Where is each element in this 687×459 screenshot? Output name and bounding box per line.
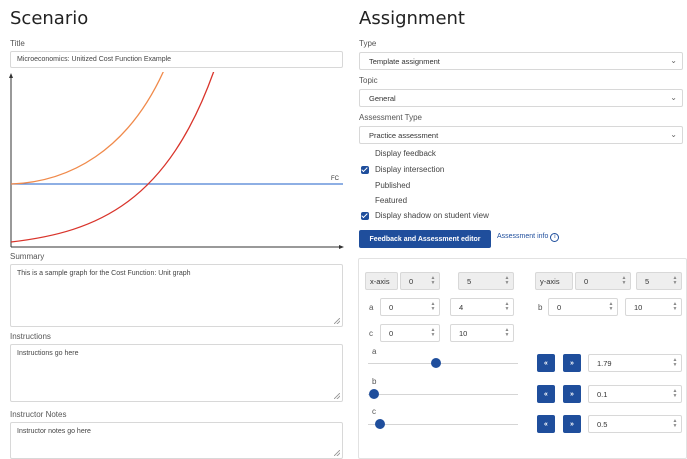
param-c-label: c [369, 329, 373, 338]
red-curve [10, 72, 215, 243]
display-feedback-checkbox[interactable] [361, 150, 369, 158]
display-shadow-checkbox[interactable] [361, 212, 369, 220]
featured-checkbox[interactable] [361, 197, 369, 205]
type-select-value: Template assignment [369, 57, 440, 66]
assessment-type-label: Assessment Type [359, 113, 422, 122]
x-axis-field-label: x-axis [365, 272, 398, 290]
assessment-type-select-value: Practice assessment [369, 131, 439, 140]
slider-c-label: c [372, 407, 376, 416]
slider-a-next-button[interactable]: » [563, 354, 581, 372]
instructions-value: Instructions go here [17, 350, 79, 357]
featured-label: Featured [375, 196, 408, 205]
notes-label: Instructor Notes [10, 410, 67, 419]
summary-value: This is a sample graph for the Cost Func… [17, 270, 191, 277]
y-axis-min-input[interactable]: 0 ▲ ▼ [575, 272, 631, 290]
type-select[interactable]: Template assignment ⌄ [359, 52, 683, 70]
published-label: Published [375, 181, 411, 190]
slider-b-value-input[interactable]: 0.1 ▲ ▼ [588, 385, 682, 403]
slider-c-next-button[interactable]: » [563, 415, 581, 433]
resize-grip-icon[interactable] [334, 450, 340, 456]
type-label: Type [359, 39, 377, 48]
assessment-info-label: Assessment info [497, 233, 549, 240]
feedback-assessment-editor-button[interactable]: Feedback and Assessment editor [359, 230, 491, 248]
slider-c-prev-button[interactable]: « [537, 415, 555, 433]
notes-value: Instructor notes go here [17, 428, 91, 435]
resize-grip-icon[interactable] [334, 393, 340, 399]
slider-b-prev-button[interactable]: « [537, 385, 555, 403]
orange-curve [10, 72, 164, 185]
slider-c-value-input[interactable]: 0.5 ▲ ▼ [588, 415, 682, 433]
a-max-input[interactable]: 4 ▲ ▼ [450, 298, 514, 316]
slider-c-knob[interactable] [375, 419, 385, 429]
stepper-icon[interactable]: ▲ ▼ [430, 276, 436, 286]
slider-a-label: a [372, 347, 377, 356]
scenario-heading: Scenario [10, 8, 89, 29]
c-min-input[interactable]: 0 ▲ ▼ [380, 324, 440, 342]
assessment-info-link[interactable]: Assessment info i [497, 233, 560, 242]
slider-b-track[interactable] [368, 394, 518, 395]
display-intersection-checkbox[interactable] [361, 166, 369, 174]
topic-select[interactable]: General ⌄ [359, 89, 683, 107]
title-label: Title [10, 39, 25, 48]
stepper-icon[interactable]: ▲ ▼ [608, 302, 614, 312]
b-max-input[interactable]: 10 ▲ ▼ [625, 298, 682, 316]
y-axis-max-input[interactable]: 5 ▲ ▼ [636, 272, 682, 290]
param-a-label: a [369, 303, 374, 312]
fc-line-label: FC [331, 176, 340, 182]
topic-label: Topic [359, 76, 378, 85]
chevron-down-icon: ⌄ [670, 93, 677, 102]
info-icon: i [550, 233, 560, 242]
stepper-icon[interactable]: ▲ ▼ [672, 419, 678, 429]
published-checkbox[interactable] [361, 182, 369, 190]
title-value: Microeconomics: Unitized Cost Function E… [17, 56, 172, 63]
summary-textarea[interactable]: This is a sample graph for the Cost Func… [10, 264, 343, 327]
a-min-input[interactable]: 0 ▲ ▼ [380, 298, 440, 316]
x-axis-arrow [339, 245, 344, 249]
slider-a-prev-button[interactable]: « [537, 354, 555, 372]
y-axis-field-label: y-axis [535, 272, 573, 290]
stepper-icon[interactable]: ▲ ▼ [672, 276, 678, 286]
slider-a-knob[interactable] [431, 358, 441, 368]
display-feedback-label: Display feedback [375, 149, 436, 158]
stepper-icon[interactable]: ▲ ▼ [672, 389, 678, 399]
slider-b-next-button[interactable]: » [563, 385, 581, 403]
slider-c-track[interactable] [368, 424, 518, 425]
assessment-type-select[interactable]: Practice assessment ⌄ [359, 126, 683, 144]
slider-a-value-input[interactable]: 1.79 ▲ ▼ [588, 354, 682, 372]
slider-b-label: b [372, 377, 377, 386]
display-intersection-label: Display intersection [375, 165, 445, 174]
slider-a-track[interactable] [368, 363, 518, 364]
param-b-label: b [538, 303, 543, 312]
stepper-icon[interactable]: ▲ ▼ [504, 328, 510, 338]
c-max-input[interactable]: 10 ▲ ▼ [450, 324, 514, 342]
x-axis-min-input[interactable]: 0 ▲ ▼ [400, 272, 440, 290]
y-axis-arrow [9, 73, 13, 78]
display-shadow-label: Display shadow on student view [375, 211, 489, 220]
assignment-heading: Assignment [359, 8, 465, 29]
stepper-icon[interactable]: ▲ ▼ [621, 276, 627, 286]
stepper-icon[interactable]: ▲ ▼ [672, 302, 678, 312]
notes-textarea[interactable]: Instructor notes go here [10, 422, 343, 459]
summary-label: Summary [10, 252, 45, 261]
stepper-icon[interactable]: ▲ ▼ [504, 276, 510, 286]
chevron-down-icon: ⌄ [670, 130, 677, 139]
stepper-icon[interactable]: ▲ ▼ [430, 302, 436, 312]
title-input[interactable]: Microeconomics: Unitized Cost Function E… [10, 51, 343, 68]
stepper-icon[interactable]: ▲ ▼ [430, 328, 436, 338]
x-axis-max-input[interactable]: 5 ▲ ▼ [458, 272, 514, 290]
instructions-label: Instructions [10, 332, 51, 341]
stepper-icon[interactable]: ▲ ▼ [504, 302, 510, 312]
b-min-input[interactable]: 0 ▲ ▼ [548, 298, 618, 316]
resize-grip-icon[interactable] [334, 318, 340, 324]
cost-function-graph[interactable]: FC [8, 72, 345, 250]
chevron-down-icon: ⌄ [670, 56, 677, 65]
topic-select-value: General [369, 94, 396, 103]
stepper-icon[interactable]: ▲ ▼ [672, 358, 678, 368]
instructions-textarea[interactable]: Instructions go here [10, 344, 343, 402]
